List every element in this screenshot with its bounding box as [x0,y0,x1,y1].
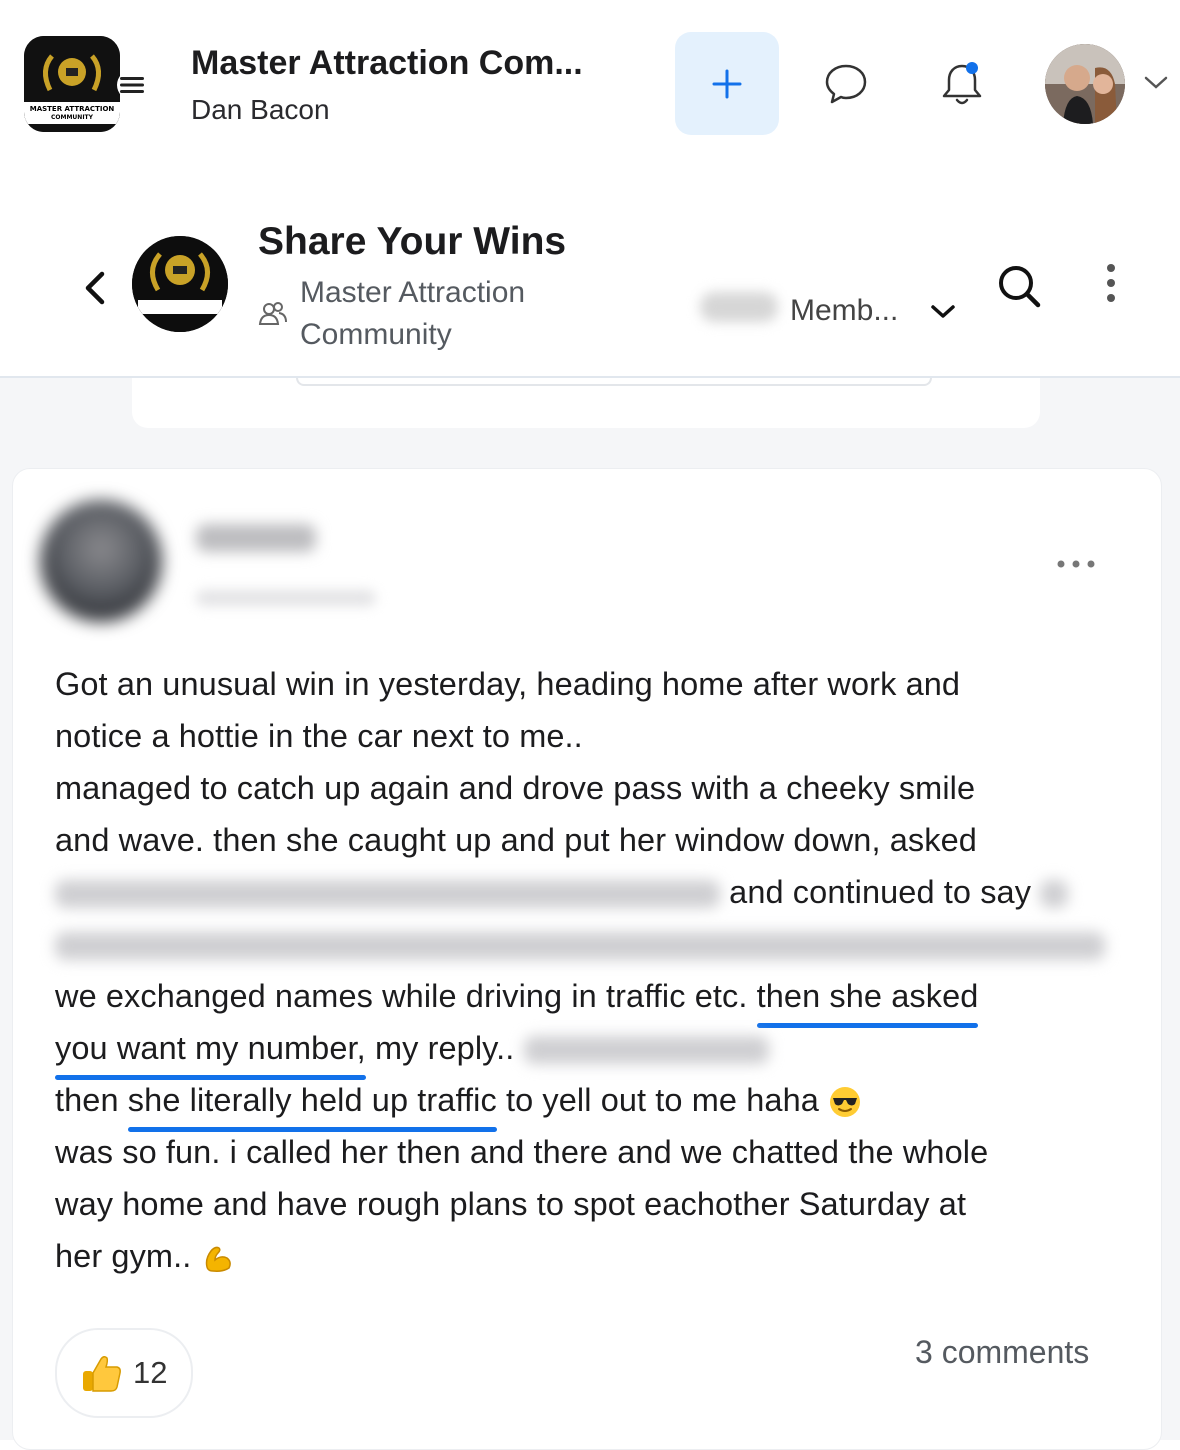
post-text-fragment: to yell out to me haha [505,1082,819,1118]
redacted-text [55,880,720,909]
post-text-fragment: and continued to say [729,874,1032,910]
community-owner: Dan Bacon [191,94,330,125]
post-text-fragment: we exchanged names while driving in traf… [55,978,748,1014]
like-count: 12 [133,1355,168,1390]
comments-count-link[interactable]: 3 comments [915,1334,1089,1371]
post-body: Got an unusual win in yesterday, heading… [55,658,1130,1282]
post-line: way home and have rough plans to spot ea… [55,1186,967,1222]
notification-bell-icon[interactable] [936,58,988,110]
post-line: Got an unusual win in yesterday, heading… [55,666,961,702]
post-more-options-icon[interactable] [1056,556,1096,568]
like-button[interactable]: 12 [55,1328,193,1418]
post-text-fragment: then [55,1082,119,1118]
post-line: her gym.. [55,1230,1130,1282]
post-line: and wave. then she caught up and put her… [55,822,977,858]
logo-text-line1: MASTER ATTRACTION [30,105,115,113]
author-name-redacted[interactable] [196,524,316,552]
more-options-icon[interactable] [1104,262,1118,304]
post-text-fragment: her gym.. [55,1238,192,1274]
post-line: then she literally held up traffic to ye… [55,1074,1130,1132]
thumbs-up-emoji-icon [83,1355,121,1392]
post-line: notice a hottie in the car next to me.. [55,718,583,754]
previous-card-bottom [132,378,1040,428]
post-line: and continued to say [55,866,1130,918]
highlighted-text: then she asked [756,970,979,1028]
hamburger-menu-icon[interactable] [116,70,148,100]
redacted-text [523,1036,769,1065]
back-chevron-icon[interactable] [82,268,110,308]
group-community-name[interactable]: Master Attraction Community [300,272,600,356]
group-logo[interactable] [132,236,228,332]
members-chevron-down-icon[interactable] [930,303,956,321]
post-text-fragment: my reply.. [374,1030,515,1066]
flexed-biceps-emoji-icon [205,1247,231,1273]
post-line: managed to catch up again and drove pass… [55,770,976,806]
highlighted-text: you want my number, [55,1022,366,1080]
search-icon[interactable] [995,262,1043,310]
post-line: was so fun. i called her then and there … [55,1134,989,1170]
top-app-bar: MASTER ATTRACTION COMMUNITY Master Attra… [0,0,1180,170]
sunglasses-emoji-icon [830,1087,861,1118]
group-header: Share Your Wins Master Attraction Commun… [0,190,1180,378]
logo-text-line2: COMMUNITY [51,114,94,121]
community-logo[interactable]: MASTER ATTRACTION COMMUNITY [24,36,120,132]
account-chevron-down-icon[interactable] [1142,72,1170,92]
post-line: you want my number, my reply.. [55,1022,1130,1080]
redacted-text [1040,880,1069,909]
post-line: we exchanged names while driving in traf… [55,970,1130,1028]
user-avatar[interactable] [1045,44,1125,124]
previous-card-input-edge [296,378,932,386]
chat-bubble-icon[interactable] [822,60,870,108]
members-dropdown-label[interactable]: Memb... [790,294,898,328]
post-line [55,918,1130,970]
redacted-text [55,932,1105,961]
post-timestamp-redacted [196,590,376,606]
highlighted-text: she literally held up traffic [127,1074,497,1132]
author-avatar[interactable] [40,500,162,622]
create-button[interactable] [675,32,779,135]
group-title: Share Your Wins [258,220,567,263]
notification-dot [966,62,978,74]
member-count-redacted [700,292,778,322]
people-group-icon [258,300,288,328]
community-title[interactable]: Master Attraction Com... [191,44,583,83]
plus-icon [712,69,742,98]
